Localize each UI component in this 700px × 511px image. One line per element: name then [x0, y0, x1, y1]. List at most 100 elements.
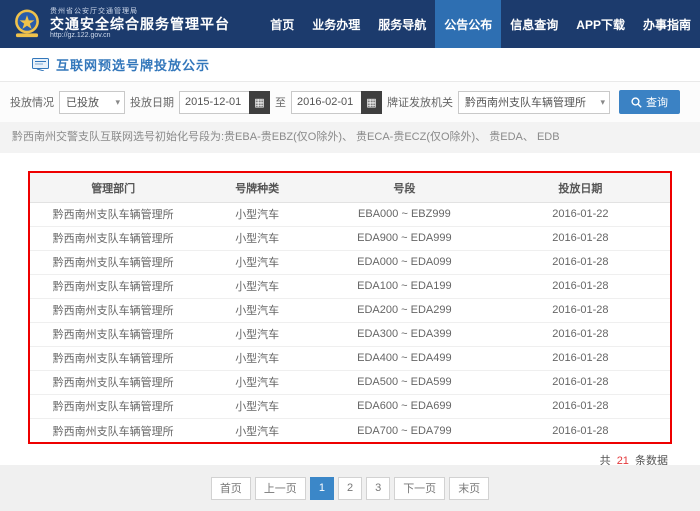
- page-button-last[interactable]: 末页: [449, 476, 490, 500]
- nav-item-home[interactable]: 首页: [261, 0, 303, 48]
- header: 贵州省公安厅交通管理局 交通安全综合服务管理平台 http://gz.122.g…: [0, 0, 700, 48]
- table-row: 黔西南州支队车辆管理所 小型汽车 EDA700 ~ EDA799 2016-01-28: [30, 418, 670, 442]
- status-select[interactable]: 已投放 ▾: [59, 90, 125, 114]
- cell-range: EDA500 ~ EDA599: [317, 370, 491, 395]
- cell-plate-type: 小型汽车: [196, 346, 318, 371]
- cell-plate-type: 小型汽车: [196, 274, 318, 299]
- nav-item-app-download[interactable]: APP下载: [567, 0, 634, 48]
- status-select-value: 已投放: [66, 97, 99, 109]
- cell-date: 2016-01-28: [490, 250, 670, 275]
- org-select-value: 黔西南州支队车辆管理所: [465, 97, 586, 109]
- pagination: 首页 上一页 1 2 3 下一页 末页: [210, 476, 490, 500]
- nav-item-service-guide[interactable]: 服务导航: [369, 0, 435, 48]
- brand: 贵州省公安厅交通管理局 交通安全综合服务管理平台 http://gz.122.g…: [10, 0, 230, 48]
- column-header: 号段: [317, 173, 491, 203]
- cell-dept: 黔西南州支队车辆管理所: [30, 202, 197, 227]
- cell-date: 2016-01-28: [490, 346, 670, 371]
- cell-plate-type: 小型汽车: [196, 370, 318, 395]
- cell-date: 2016-01-28: [490, 370, 670, 395]
- table-row: 黔西南州支队车辆管理所 小型汽车 EDA400 ~ EDA499 2016-01-28: [30, 346, 670, 371]
- nav-item-business[interactable]: 业务办理: [303, 0, 369, 48]
- cell-range: EDA900 ~ EDA999: [317, 226, 491, 251]
- cell-dept: 黔西南州支队车辆管理所: [30, 346, 197, 371]
- cell-range: EDA200 ~ EDA299: [317, 298, 491, 323]
- search-button-label: 查询: [646, 97, 668, 109]
- page-button-next[interactable]: 下一页: [394, 476, 446, 500]
- cell-range: EDA600 ~ EDA699: [317, 394, 491, 419]
- table-row: 黔西南州支队车辆管理所 小型汽车 EDA200 ~ EDA299 2016-01-28: [30, 298, 670, 323]
- cell-dept: 黔西南州支队车辆管理所: [30, 274, 197, 299]
- police-badge-logo: [10, 7, 44, 41]
- cell-dept: 黔西南州支队车辆管理所: [30, 226, 197, 251]
- cell-plate-type: 小型汽车: [196, 226, 318, 251]
- date-to-group: ▦: [291, 90, 382, 114]
- page-button-page-1[interactable]: 1: [309, 476, 334, 500]
- cell-dept: 黔西南州支队车辆管理所: [52, 425, 174, 438]
- cell-dept: 黔西南州支队车辆管理所: [30, 250, 197, 275]
- page-button-page-3[interactable]: 3: [366, 476, 391, 500]
- page-button-first[interactable]: 首页: [210, 476, 251, 500]
- cell-plate-type: 小型汽车: [196, 250, 318, 275]
- cell-dept: 黔西南州支队车辆管理所: [30, 394, 197, 419]
- status-filter-label: 投放情况: [10, 97, 54, 109]
- calendar-icon[interactable]: ▦: [361, 90, 382, 114]
- cell-range: EBA000 ~ EBZ999: [317, 202, 491, 227]
- cell-dept: 黔西南州支队车辆管理所: [30, 370, 197, 395]
- cell-range: EDA300 ~ EDA399: [317, 322, 491, 347]
- table-row: 黔西南州支队车辆管理所 小型汽车 EDA900 ~ EDA999 2016-01-28: [30, 226, 670, 251]
- date-range-separator: 至: [275, 97, 286, 109]
- cell-dept: 黔西南州支队车辆管理所: [30, 322, 197, 347]
- cell-range: EDA100 ~ EDA199: [317, 274, 491, 299]
- filter-bar: 投放情况 已投放 ▾ 投放日期 ▦ 至 ▦ 牌证发放机关 黔西南州支队车辆管理所…: [0, 82, 700, 122]
- date-from-input[interactable]: [179, 90, 249, 114]
- cell-range: EDA400 ~ EDA499: [317, 346, 491, 371]
- cell-date: 2016-01-28: [490, 274, 670, 299]
- page-button-page-2[interactable]: 2: [337, 476, 363, 500]
- title-bar: 互联网预选号牌投放公示: [0, 48, 700, 82]
- nav-item-work-guide[interactable]: 办事指南: [634, 0, 700, 48]
- nav-item-info-query[interactable]: 信息查询: [501, 0, 567, 48]
- calendar-icon[interactable]: ▦: [249, 90, 270, 114]
- agency-name: 贵州省公安厅交通管理局: [50, 7, 138, 15]
- footer: 首页 上一页 1 2 3 下一页 末页: [0, 465, 700, 511]
- table-row: 黔西南州支队车辆管理所 小型汽车 EDA300 ~ EDA399 2016-01-28: [30, 322, 670, 347]
- main-nav: 首页 业务办理 服务导航 公告公布 信息查询 APP下载 办事指南: [261, 0, 700, 48]
- table-row: 黔西南州支队车辆管理所 小型汽车 EDA000 ~ EDA099 2016-01-28: [30, 250, 670, 275]
- cell-date: 2016-01-28: [490, 226, 670, 251]
- results-table: 管理部门 号牌种类 号段 投放日期 黔西南州支队车辆管理所 小型汽车 EBA000 ~ E…: [30, 173, 670, 442]
- date-from-group: ▦: [179, 90, 270, 114]
- cell-plate-type: 小型汽车: [196, 298, 318, 323]
- cell-date: 2016-01-28: [552, 424, 609, 437]
- page-button-prev[interactable]: 上一页: [254, 476, 306, 500]
- cell-range: EDA700 ~ EDA799: [357, 424, 452, 437]
- table-row: 黔西南州支队车辆管理所 小型汽车 EBA000 ~ EBZ999 2016-01-22: [30, 202, 670, 227]
- cell-plate-type: 小型汽车: [235, 425, 280, 438]
- platform-title: 交通安全综合服务管理平台: [50, 15, 230, 32]
- chevron-down-icon: ▾: [600, 96, 605, 107]
- search-button[interactable]: 查询: [619, 90, 680, 114]
- date-filter-label: 投放日期: [130, 97, 174, 109]
- cell-date: 2016-01-28: [490, 298, 670, 323]
- column-header: 号牌种类: [196, 173, 318, 203]
- column-header: 管理部门: [30, 173, 197, 203]
- brand-text: 贵州省公安厅交通管理局 交通安全综合服务管理平台 http://gz.122.g…: [50, 8, 230, 40]
- results-table-highlight: 管理部门 号牌种类 号段 投放日期 黔西南州支队车辆管理所 小型汽车 EBA000 ~ E…: [28, 171, 672, 445]
- page-title: 互联网预选号牌投放公示: [56, 58, 211, 73]
- table-row: 黔西南州支队车辆管理所 小型汽车 EDA600 ~ EDA699 2016-01-28: [30, 394, 670, 419]
- cell-range: EDA000 ~ EDA099: [317, 250, 491, 275]
- cell-date: 2016-01-28: [490, 322, 670, 347]
- chevron-down-icon: ▾: [115, 96, 120, 107]
- column-header: 投放日期: [490, 173, 670, 203]
- site-url: http://gz.122.gov.cn: [50, 32, 111, 40]
- bulletin-icon: [32, 58, 49, 71]
- date-to-input[interactable]: [291, 90, 361, 114]
- table-body: 黔西南州支队车辆管理所 小型汽车 EBA000 ~ EBZ999 2016-01-22…: [30, 202, 670, 442]
- cell-dept: 黔西南州支队车辆管理所: [30, 298, 197, 323]
- nav-item-announcements[interactable]: 公告公布: [435, 0, 502, 48]
- cell-date: 2016-01-22: [490, 202, 670, 227]
- org-select[interactable]: 黔西南州支队车辆管理所 ▾: [458, 90, 610, 114]
- table-header-row: 管理部门 号牌种类 号段 投放日期: [30, 173, 670, 203]
- table-row: 黔西南州支队车辆管理所 小型汽车 EDA500 ~ EDA599 2016-01-28: [30, 370, 670, 395]
- cell-plate-type: 小型汽车: [196, 394, 318, 419]
- cell-plate-type: 小型汽车: [196, 202, 318, 227]
